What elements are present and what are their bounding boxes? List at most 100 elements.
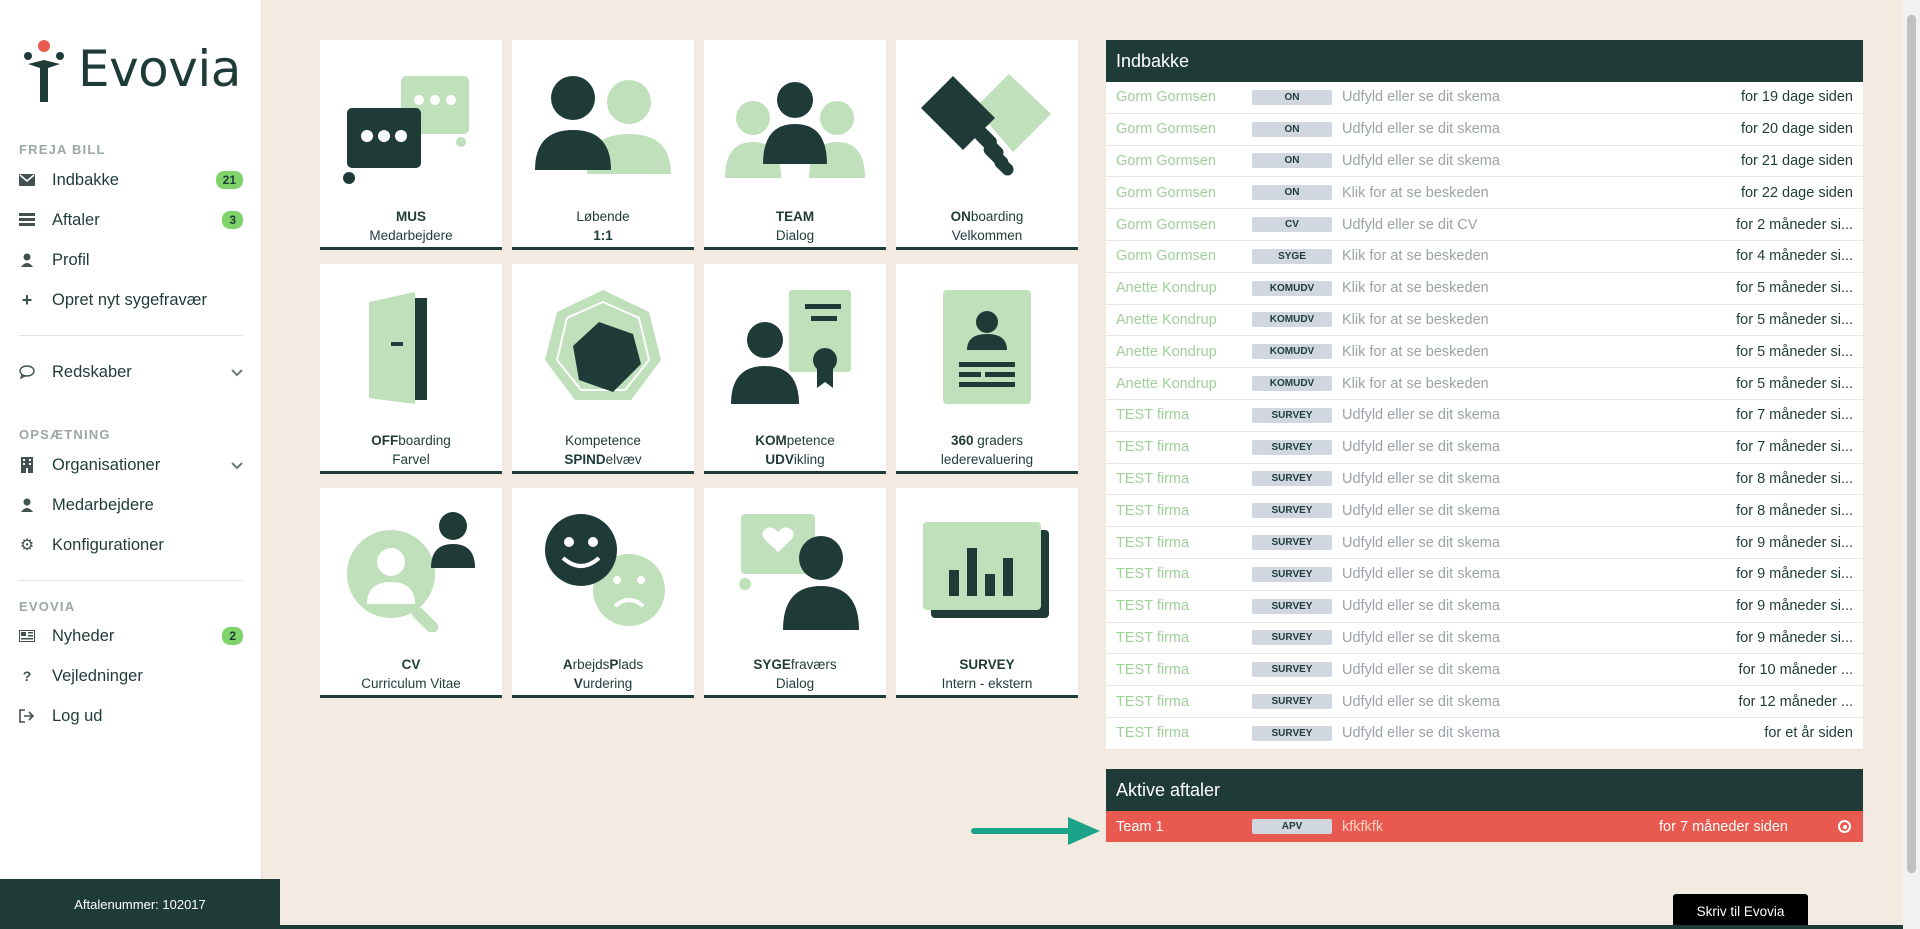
tile-subtitle-bold: 1:1 bbox=[593, 228, 613, 243]
sidebar-divider bbox=[19, 580, 243, 581]
question-icon: ? bbox=[22, 668, 32, 684]
inbox-row[interactable]: TEST firma SURVEY Udfyld eller se dit skem… bbox=[1106, 559, 1863, 591]
tile-mus[interactable]: MUS Medarbejdere bbox=[320, 40, 502, 250]
tile-arbejdsplads-vurdering[interactable]: ArbejdsPlads Vurdering bbox=[512, 488, 694, 698]
inbox-row[interactable]: Gorm Gormsen CV Udfyld eller se dit CV for … bbox=[1106, 209, 1863, 241]
tile-title: petence bbox=[786, 433, 835, 448]
message-tag: SURVEY bbox=[1252, 471, 1332, 487]
message-time: for 9 måneder si... bbox=[1736, 534, 1853, 551]
message-sender: Anette Kondrup bbox=[1116, 280, 1217, 297]
message-tag: SURVEY bbox=[1252, 662, 1332, 678]
chat-bubbles-icon bbox=[343, 76, 469, 184]
message-tag: SURVEY bbox=[1252, 598, 1332, 614]
tile-lobende-1-1[interactable]: Løbende 1:1 bbox=[512, 40, 694, 250]
active-appointment-row[interactable]: Team 1 APV kfkfkfk for 7 måneder siden bbox=[1106, 811, 1863, 842]
message-time: for 5 måneder si... bbox=[1736, 280, 1853, 297]
tile-subtitle: Velkommen bbox=[951, 228, 1023, 243]
tile-subtitle: Medarbejdere bbox=[369, 228, 453, 243]
inbox-row[interactable]: Gorm Gormsen ON Udfyld eller se dit skema f… bbox=[1106, 114, 1863, 146]
message-tag: KOMUDV bbox=[1252, 344, 1332, 360]
tile-kompetence-spindelvaev[interactable]: Kompetence SPINDelvæv bbox=[512, 264, 694, 474]
inbox-row[interactable]: TEST firma SURVEY Udfyld eller se dit skem… bbox=[1106, 654, 1863, 687]
inbox-row[interactable]: TEST firma SURVEY Udfyld eller se dit skem… bbox=[1106, 495, 1863, 528]
sidebar-item-opret-sygefravaer[interactable]: + Opret nyt sygefravær bbox=[19, 285, 243, 315]
message-time: for 9 måneder si... bbox=[1736, 629, 1853, 646]
message-subject: Klik for at se beskeden bbox=[1342, 184, 1489, 201]
sidebar-item-indbakke[interactable]: Indbakke 21 bbox=[19, 165, 243, 195]
message-subject: Klik for at se beskeden bbox=[1342, 343, 1489, 360]
message-time: for 2 måneder si... bbox=[1736, 216, 1853, 233]
evovia-logo[interactable]: Evovia bbox=[18, 34, 241, 104]
tile-cv[interactable]: CV Curriculum Vitae bbox=[320, 488, 502, 698]
inbox-row[interactable]: TEST firma SURVEY Udfyld eller se dit skem… bbox=[1106, 527, 1863, 559]
inbox-row[interactable]: Anette Kondrup KOMUDV Klik for at se beske… bbox=[1106, 273, 1863, 305]
tile-sygefravaers-dialog[interactable]: SYGEfraværs Dialog bbox=[704, 488, 886, 698]
id-card-icon bbox=[943, 290, 1031, 404]
user-icon bbox=[19, 497, 35, 513]
inbox-row[interactable]: Anette Kondrup KOMUDV Klik for at se beske… bbox=[1106, 305, 1863, 337]
message-time: for 5 måneder si... bbox=[1736, 375, 1853, 392]
message-subject: Klik for at se beskeden bbox=[1342, 375, 1489, 392]
tile-kompetence-udvikling[interactable]: KOMpetence UDVikling bbox=[704, 264, 886, 474]
tile-subtitle-bold: V bbox=[573, 676, 583, 691]
inbox-row[interactable]: Anette Kondrup KOMUDV Klik for at se beske… bbox=[1106, 368, 1863, 400]
tile-title-bold: KOM bbox=[755, 433, 787, 448]
target-icon[interactable] bbox=[1838, 820, 1851, 833]
tile-subtitle: Dialog bbox=[775, 676, 815, 691]
tile-team[interactable]: TEAM Dialog bbox=[704, 40, 886, 250]
tile-title: boarding bbox=[970, 209, 1024, 224]
sidebar-item-redskaber[interactable]: Redskaber bbox=[19, 357, 243, 387]
message-sender: TEST firma bbox=[1116, 407, 1190, 424]
message-subject: Udfyld eller se dit skema bbox=[1342, 725, 1500, 742]
scrollbar-thumb[interactable] bbox=[1907, 15, 1916, 873]
message-tag: SURVEY bbox=[1252, 407, 1332, 423]
brand-name: Evovia bbox=[78, 40, 241, 98]
tile-offboarding[interactable]: OFFboarding Farvel bbox=[320, 264, 502, 474]
message-time: for 5 måneder si... bbox=[1736, 311, 1853, 328]
sidebar-item-aftaler[interactable]: Aftaler 3 bbox=[19, 205, 243, 235]
tile-360-graders[interactable]: 360 graders lederevaluering bbox=[896, 264, 1078, 474]
message-sender: TEST firma bbox=[1116, 439, 1190, 456]
evovia-section-label: EVOVIA bbox=[19, 599, 76, 614]
heart-bubble-person-icon bbox=[739, 514, 859, 630]
inbox-title: Indbakke bbox=[1106, 40, 1863, 82]
scrollbar[interactable] bbox=[1903, 0, 1920, 929]
tile-title: boarding bbox=[398, 433, 451, 448]
inbox-row[interactable]: TEST firma SURVEY Udfyld eller se dit skem… bbox=[1106, 718, 1863, 750]
search-person-icon bbox=[347, 512, 475, 632]
message-sender: Gorm Gormsen bbox=[1116, 121, 1216, 138]
inbox-row[interactable]: Anette Kondrup KOMUDV Klik for at se beske… bbox=[1106, 336, 1863, 369]
sidebar-item-profil[interactable]: Profil bbox=[19, 245, 243, 275]
tile-title-bold: MUS bbox=[396, 209, 426, 224]
inbox-row[interactable]: TEST firma SURVEY Udfyld eller se dit skem… bbox=[1106, 686, 1863, 718]
inbox-row[interactable]: TEST firma SURVEY Udfyld eller se dit skem… bbox=[1106, 623, 1863, 655]
spiderweb-icon bbox=[545, 290, 661, 400]
sidebar-item-label: Indbakke bbox=[52, 170, 119, 189]
message-subject: Udfyld eller se dit skema bbox=[1342, 407, 1500, 424]
inbox-row[interactable]: TEST firma SURVEY Udfyld eller se dit skem… bbox=[1106, 591, 1863, 623]
inbox-row[interactable]: TEST firma SURVEY Udfyld eller se dit skem… bbox=[1106, 464, 1863, 496]
message-time: for 20 dage siden bbox=[1740, 121, 1853, 138]
arrow-right-icon bbox=[971, 817, 1100, 845]
inbox-row[interactable]: TEST firma SURVEY Udfyld eller se dit skem… bbox=[1106, 432, 1863, 464]
inbox-row[interactable]: Gorm Gormsen ON Udfyld eller se dit skema f… bbox=[1106, 82, 1863, 114]
tile-survey[interactable]: SURVEY Intern - ekstern bbox=[896, 488, 1078, 698]
sidebar-item-label: Vejledninger bbox=[52, 666, 143, 685]
certificate-person-icon bbox=[731, 290, 851, 404]
sidebar-item-nyheder[interactable]: Nyheder 2 bbox=[19, 621, 243, 651]
inbox-row[interactable]: Gorm Gormsen SYGE Klik for at se beskeden f… bbox=[1106, 241, 1863, 273]
building-icon bbox=[19, 457, 35, 473]
write-to-evovia-button[interactable]: Skriv til Evovia bbox=[1673, 894, 1808, 929]
inbox-row[interactable]: Gorm Gormsen ON Udfyld eller se dit skema f… bbox=[1106, 146, 1863, 178]
inbox-row[interactable]: TEST firma SURVEY Udfyld eller se dit skem… bbox=[1106, 400, 1863, 432]
sidebar-item-vejledninger[interactable]: ? Vejledninger bbox=[19, 661, 243, 691]
message-time: for 9 måneder si... bbox=[1736, 566, 1853, 583]
tile-onboarding[interactable]: ONboarding Velkommen bbox=[896, 40, 1078, 250]
tile-subtitle: Farvel bbox=[392, 452, 430, 467]
sidebar-item-medarbejdere[interactable]: Medarbejdere bbox=[19, 490, 243, 520]
inbox-row[interactable]: Gorm Gormsen ON Klik for at se beskeden for… bbox=[1106, 177, 1863, 210]
gear-icon: ⚙ bbox=[19, 537, 35, 554]
sidebar-item-organisationer[interactable]: Organisationer bbox=[19, 450, 243, 480]
sidebar-item-log-ud[interactable]: Log ud bbox=[19, 701, 243, 731]
sidebar-item-konfigurationer[interactable]: ⚙ Konfigurationer bbox=[19, 530, 243, 560]
